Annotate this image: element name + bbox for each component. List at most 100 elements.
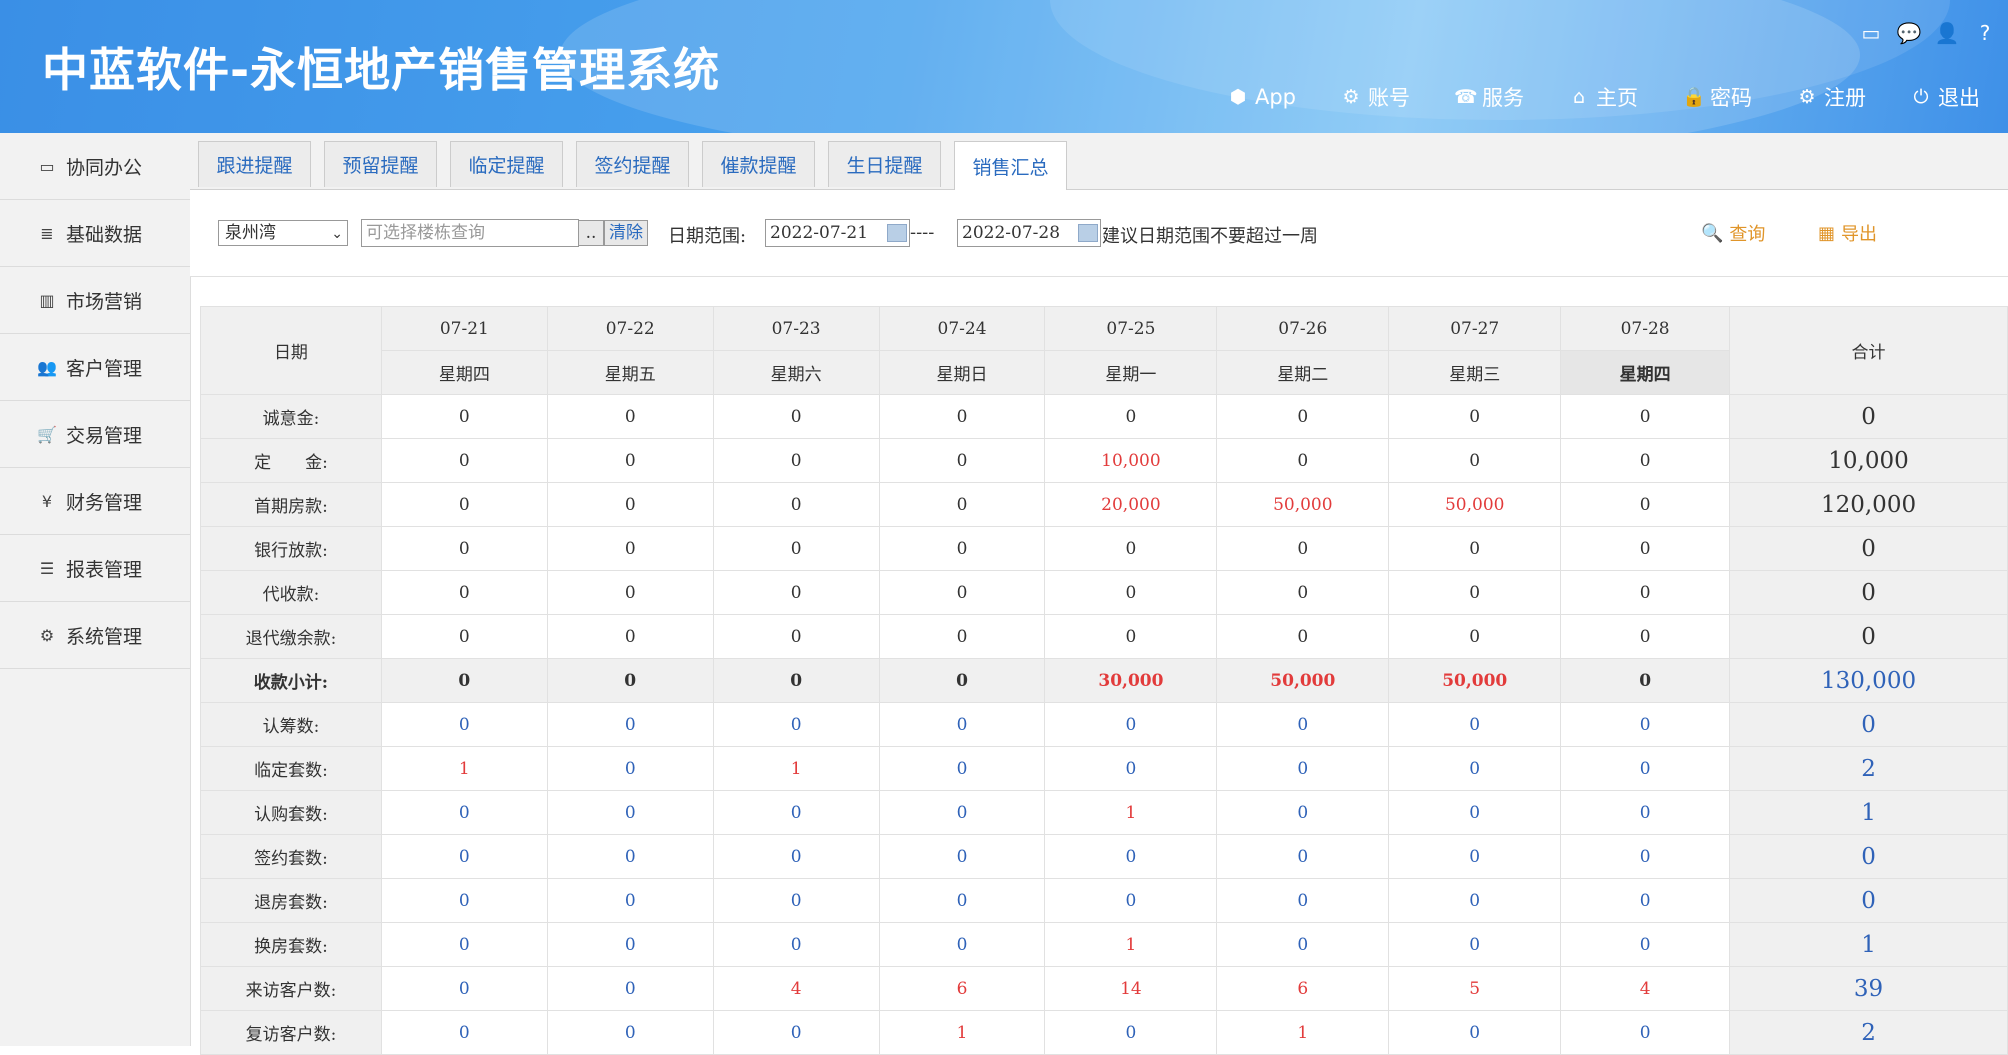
sales-summary-table: 日期 07-21 07-22 07-23 07-24 07-25 07-26 07-27 07-… xyxy=(200,306,2008,1055)
bar-chart-icon: ▥ xyxy=(39,290,55,310)
chat-icon[interactable]: 💬 xyxy=(1896,22,1922,44)
sidebar-item-label: 协同办公 xyxy=(66,156,143,179)
value-cell: 0 xyxy=(1044,614,1218,659)
value-cell: 0 xyxy=(546,922,714,967)
sidebar: ▭ 协同办公 ≣ 基础数据 ▥ 市场营销 👥 客户管理 🛒 交易管理 ¥ 财务管理 ☰ 报表管… xyxy=(0,133,191,1046)
clear-button[interactable]: 清除 xyxy=(604,220,648,246)
value-cell: 0 xyxy=(712,878,880,923)
tab-follow-up[interactable]: 跟进提醒 xyxy=(198,141,311,187)
sidebar-item-label: 客户管理 xyxy=(66,357,143,380)
date-from-input[interactable]: 2022-07-21 xyxy=(765,219,910,247)
building-search-input[interactable]: 可选择楼栋查询 xyxy=(361,219,579,247)
value-cell: 1 xyxy=(712,746,880,791)
value-cell: 0 xyxy=(878,614,1046,659)
user-icon[interactable]: 👤 xyxy=(1934,22,1960,44)
monitor-icon[interactable]: ▭ xyxy=(1858,22,1884,44)
value-cell: 0 xyxy=(712,1010,880,1055)
sidebar-item-label: 市场营销 xyxy=(66,290,143,313)
value-cell: 0 xyxy=(712,482,880,527)
value-cell: 0 xyxy=(1216,570,1390,615)
total-cell: 10,000 xyxy=(1729,438,2008,483)
date-to-input[interactable]: 2022-07-28 xyxy=(957,219,1101,247)
value-cell: 0 xyxy=(1560,438,1731,483)
nav-label: App xyxy=(1254,85,1296,109)
value-cell: 4 xyxy=(1560,966,1731,1011)
weekday-cell: 星期四 xyxy=(380,350,548,395)
sidebar-item-office[interactable]: ▭ 协同办公 xyxy=(0,133,190,200)
tab-payment-reminder[interactable]: 催款提醒 xyxy=(702,141,815,187)
value-cell: 0 xyxy=(380,790,548,835)
row-label: 定 金: xyxy=(200,438,382,483)
total-cell: 0 xyxy=(1729,702,2008,747)
calendar-icon[interactable] xyxy=(1078,224,1098,242)
value-cell: 50,000 xyxy=(1216,658,1390,703)
date-cell: 07-22 xyxy=(546,306,714,351)
query-button[interactable]: 🔍 查询 xyxy=(1701,220,1765,246)
value-cell: 0 xyxy=(546,394,714,439)
value-cell: 0 xyxy=(712,702,880,747)
value-cell: 0 xyxy=(1560,746,1731,791)
nav-service[interactable]: ☎ 服务 xyxy=(1454,82,1524,112)
tab-sales-summary[interactable]: 销售汇总 xyxy=(954,141,1067,190)
nav-account[interactable]: ⚙ 账号 xyxy=(1340,82,1410,112)
value-cell: 0 xyxy=(878,658,1046,703)
total-header: 合计 xyxy=(1729,306,2008,395)
database-icon: ≣ xyxy=(40,223,54,243)
row-label: 复访客户数: xyxy=(200,1010,382,1055)
sidebar-item-basic-data[interactable]: ≣ 基础数据 xyxy=(0,200,190,267)
value-cell: 0 xyxy=(878,790,1046,835)
value-cell: 0 xyxy=(1560,1010,1731,1055)
value-cell: 0 xyxy=(380,878,548,923)
sidebar-item-trade[interactable]: 🛒 交易管理 xyxy=(0,401,190,468)
sidebar-item-marketing[interactable]: ▥ 市场营销 xyxy=(0,267,190,334)
value-cell: 0 xyxy=(1560,394,1731,439)
row-label: 退代缴余款: xyxy=(200,614,382,659)
value-cell: 0 xyxy=(1216,790,1390,835)
date-to-value: 2022-07-28 xyxy=(962,223,1061,243)
project-select[interactable]: 泉州湾 ⌄ xyxy=(218,220,348,246)
row-label: 银行放款: xyxy=(200,526,382,571)
sidebar-item-system[interactable]: ⚙ 系统管理 xyxy=(0,602,190,669)
nav-app[interactable]: ⬢ App xyxy=(1227,82,1296,112)
value-cell: 0 xyxy=(1044,526,1218,571)
date-cell: 07-28 xyxy=(1560,306,1731,351)
phone-icon: ☎ xyxy=(1454,86,1478,108)
row-label: 认购套数: xyxy=(200,790,382,835)
cart-icon: 🛒 xyxy=(37,424,57,444)
value-cell: 0 xyxy=(1388,746,1562,791)
help-icon[interactable]: ? xyxy=(1972,22,1998,44)
tab-temp-order[interactable]: 临定提醒 xyxy=(450,141,563,187)
weekday-cell: 星期五 xyxy=(546,350,714,395)
tab-birthday[interactable]: 生日提醒 xyxy=(828,141,941,187)
sidebar-item-customers[interactable]: 👥 客户管理 xyxy=(0,334,190,401)
value-cell: 0 xyxy=(1388,570,1562,615)
value-cell: 0 xyxy=(546,614,714,659)
sidebar-item-finance[interactable]: ¥ 财务管理 xyxy=(0,468,190,535)
sidebar-item-reports[interactable]: ☰ 报表管理 xyxy=(0,535,190,602)
browse-button[interactable]: .. xyxy=(578,220,604,246)
nav-password[interactable]: 🔒 密码 xyxy=(1682,82,1752,112)
weekday-cell: 星期六 xyxy=(712,350,880,395)
nav-logout[interactable]: ⏻ 退出 xyxy=(1910,82,1980,112)
tab-reservation[interactable]: 预留提醒 xyxy=(324,141,437,187)
nav-home[interactable]: ⌂ 主页 xyxy=(1568,82,1638,112)
table-row: 认筹数: 0 0 0 0 0 0 0 0 0 xyxy=(200,702,2008,747)
list-icon: ☰ xyxy=(39,558,55,578)
tab-contract[interactable]: 签约提醒 xyxy=(576,141,689,187)
export-button[interactable]: ▦ 导出 xyxy=(1818,220,1877,246)
cogs-icon: ⚙ xyxy=(1342,86,1360,108)
value-cell: 0 xyxy=(1216,878,1390,923)
value-cell: 0 xyxy=(546,966,714,1011)
calendar-icon[interactable] xyxy=(887,224,907,242)
date-cell: 07-27 xyxy=(1388,306,1562,351)
value-cell: 20,000 xyxy=(1044,482,1218,527)
nav-register[interactable]: ⚙ 注册 xyxy=(1796,82,1866,112)
table-row: 退房套数: 0 0 0 0 0 0 0 0 0 xyxy=(200,878,2008,923)
laptop-icon: ▭ xyxy=(39,156,55,176)
sidebar-item-label: 系统管理 xyxy=(66,625,143,648)
value-cell: 50,000 xyxy=(1388,482,1562,527)
value-cell: 0 xyxy=(1560,834,1731,879)
table-row: 换房套数: 0 0 0 0 1 0 0 0 1 xyxy=(200,922,2008,967)
cube-icon: ⬢ xyxy=(1229,86,1247,108)
table-row: 签约套数: 0 0 0 0 0 0 0 0 0 xyxy=(200,834,2008,879)
